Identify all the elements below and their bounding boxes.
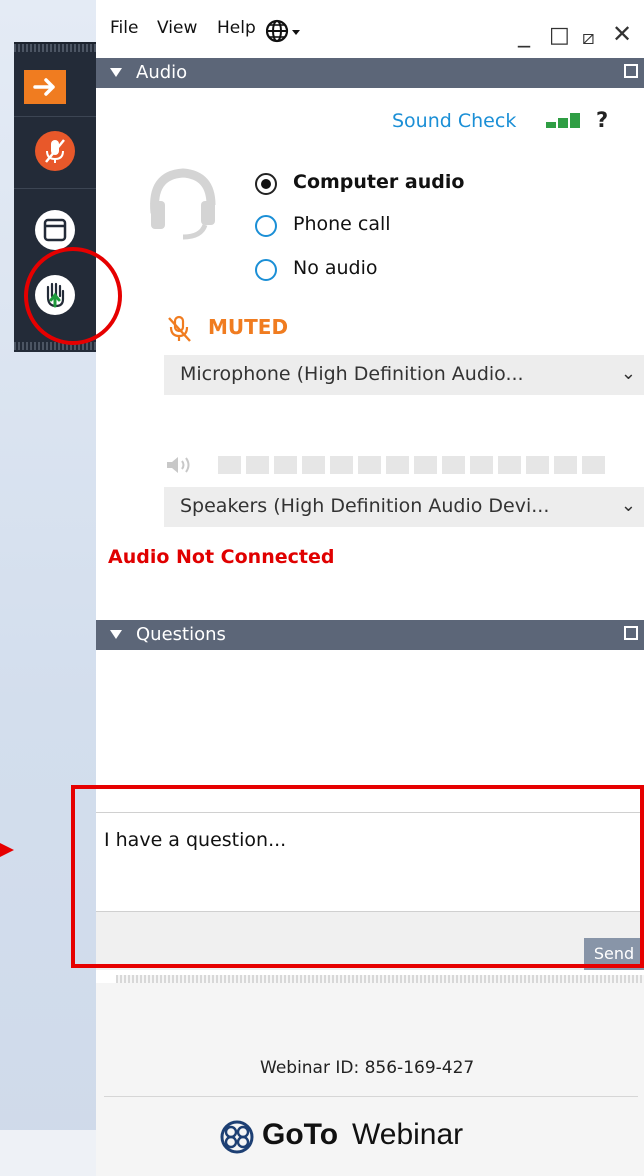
level-meter-segment <box>582 456 605 474</box>
audio-status-text: Audio Not Connected <box>108 546 335 568</box>
language-menu[interactable] <box>265 19 306 47</box>
footer-divider <box>104 1096 638 1097</box>
brand-webinar: Webinar <box>352 1118 464 1151</box>
computer-audio-radio[interactable] <box>255 173 277 195</box>
collapse-triangle-icon <box>110 630 122 639</box>
minimize-button[interactable]: _ <box>518 22 530 46</box>
audio-section-header[interactable]: Audio <box>96 58 644 88</box>
sound-check-link[interactable]: Sound Check <box>392 110 516 132</box>
signal-bars-icon <box>546 112 586 136</box>
level-meter-segment <box>274 456 297 474</box>
menu-help[interactable]: Help <box>217 18 256 38</box>
questions-section-header[interactable]: Questions <box>96 620 644 650</box>
window-icon <box>43 218 67 242</box>
collapse-triangle-icon <box>110 68 122 77</box>
microphone-toggle-button[interactable] <box>35 131 75 171</box>
arrow-right-icon <box>33 78 55 96</box>
chevron-down-icon: ⌄ <box>620 363 636 384</box>
speaker-select-value: Speakers (High Definition Audio Devi... <box>180 495 550 517</box>
muted-label: MUTED <box>208 315 289 339</box>
headset-icon <box>145 165 225 249</box>
menu-file[interactable]: File <box>110 18 138 38</box>
popout-icon[interactable] <box>624 626 638 640</box>
help-icon[interactable]: ? <box>596 108 608 132</box>
panel-resize-handle[interactable] <box>116 975 644 983</box>
brand-goto: GoTo <box>262 1118 339 1151</box>
highlight-rectangle <box>71 785 644 968</box>
level-meter-segment <box>358 456 381 474</box>
highlight-circle <box>24 247 122 345</box>
mic-off-icon <box>45 139 65 163</box>
collapse-toolbar-button[interactable] <box>24 70 66 104</box>
level-meter-segment <box>218 456 241 474</box>
level-meter-segment <box>330 456 353 474</box>
level-meter-segment <box>386 456 409 474</box>
gotowebinar-flower-icon <box>220 1120 254 1154</box>
maximize-button[interactable]: □ <box>549 24 570 48</box>
level-meter-segment <box>246 456 269 474</box>
speaker-volume-icon <box>165 454 201 480</box>
close-button[interactable]: ✕ <box>612 22 632 46</box>
no-audio-radio[interactable] <box>255 259 277 281</box>
globe-icon <box>265 19 300 43</box>
speaker-select[interactable]: Speakers (High Definition Audio Devi... … <box>164 487 644 527</box>
pointer-arrow-icon <box>0 838 24 866</box>
gotowebinar-logo: GoTo Webinar <box>217 1118 517 1158</box>
phone-call-radio[interactable] <box>255 215 277 237</box>
popout-window-button[interactable]: ⧄ <box>582 25 595 49</box>
popout-icon[interactable] <box>624 64 638 78</box>
phone-call-label[interactable]: Phone call <box>293 213 391 235</box>
toolbar-separator <box>14 116 96 117</box>
microphone-select[interactable]: Microphone (High Definition Audio... ⌄ <box>164 355 644 395</box>
level-meter-segment <box>526 456 549 474</box>
level-meter-segment <box>302 456 325 474</box>
level-meter-segment <box>470 456 493 474</box>
level-meter-segment <box>414 456 437 474</box>
page-background-strip-bottom <box>0 1130 96 1176</box>
level-meter-segment <box>498 456 521 474</box>
microphone-select-value: Microphone (High Definition Audio... <box>180 363 524 385</box>
menu-view[interactable]: View <box>157 18 197 38</box>
toolbar-grip-top[interactable] <box>14 44 96 52</box>
questions-header-label: Questions <box>136 624 226 645</box>
show-screen-button[interactable] <box>35 210 75 250</box>
level-meter-segment <box>442 456 465 474</box>
webinar-id: Webinar ID: 856-169-427 <box>260 1058 475 1078</box>
computer-audio-label[interactable]: Computer audio <box>293 171 464 193</box>
chevron-down-icon: ⌄ <box>620 495 636 516</box>
level-meter-segment <box>554 456 577 474</box>
mic-muted-icon <box>165 314 195 348</box>
toolbar-separator <box>14 188 96 189</box>
audio-header-label: Audio <box>136 62 188 83</box>
no-audio-label[interactable]: No audio <box>293 257 378 279</box>
